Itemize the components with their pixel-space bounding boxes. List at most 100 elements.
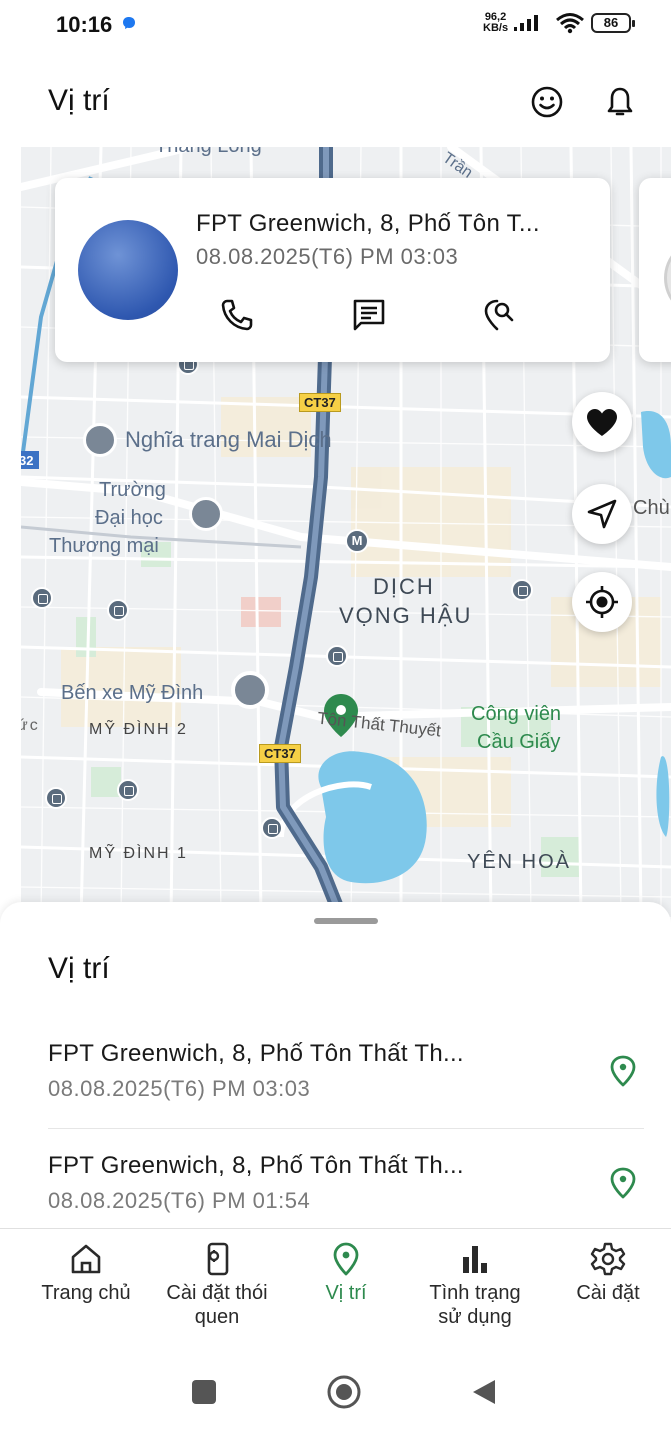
location-search-button[interactable] [479,295,519,335]
map-label-nghia-trang: Nghĩa trang Mai Dịch [125,427,332,452]
bus-stop-icon [45,787,67,809]
nav-item-usage-status[interactable]: Tình trạng sử dụng [410,1241,540,1329]
history-address: FPT Greenwich, 8, Phố Tôn Thất Th... [48,1152,464,1179]
map-label-vong-hau: VỌNG HẬU [339,603,473,628]
nav-item-location[interactable]: Vị trí [306,1241,386,1305]
my-location-icon [586,586,618,618]
call-button[interactable] [217,295,257,335]
nav-item-home[interactable]: Trang chủ [30,1241,142,1305]
nav-label-line: sử dụng [438,1306,512,1328]
page-title: Vị trí [48,84,110,117]
history-time: 08.08.2025(T6) PM 01:54 [48,1188,311,1213]
map-label-ben-xe: Bến xe Mỹ Đình [61,682,204,704]
bus-stop-icon [261,817,283,839]
list-divider [48,1128,644,1129]
bus-stop-icon [107,599,129,621]
bar-chart-icon [463,1246,487,1273]
location-card-next[interactable] [639,178,671,362]
location-address: FPT Greenwich, 8, Phố Tôn T... [196,210,540,237]
map-label-truong-3: Thương mại [49,535,159,557]
gear-icon [590,1242,626,1276]
recent-apps-button[interactable] [184,1372,224,1412]
system-navigation-bar [0,1350,671,1433]
navigate-button[interactable] [572,484,632,544]
nav-label-line: quen [194,1306,240,1328]
map-label-dich: DỊCH [373,574,435,599]
location-time: 08.08.2025(T6) PM 03:03 [196,244,459,269]
wifi-icon [556,13,584,34]
history-address: FPT Greenwich, 8, Phố Tôn Thất Th... [48,1040,464,1067]
home-icon [71,1244,101,1274]
avatar [664,238,671,318]
status-time: 10:16 [56,12,113,37]
bus-stop-icon [117,779,139,801]
navigation-arrow-icon [587,499,617,529]
road-shield-ct37-south: CT37 [259,744,301,763]
nav-label-line: Cài đặt thói [166,1282,268,1304]
history-time: 08.08.2025(T6) PM 03:03 [48,1076,311,1101]
message-icon [353,299,385,331]
location-history-sheet[interactable]: Vị trí FPT Greenwich, 8, Phố Tôn Thất Th… [0,902,671,1232]
circle-home-icon [327,1375,361,1409]
message-button[interactable] [349,295,389,335]
map-label-truong-1: Trường [99,479,166,501]
bottom-navigation: Trang chủ Cài đặt thói quen Vị trí Tình … [0,1228,671,1350]
location-pin-icon[interactable] [606,1166,640,1200]
map-label-truong-2: Đại học [95,507,163,529]
messenger-icon [123,17,135,29]
map-label-chu: Chù [633,497,670,519]
smiley-icon [531,86,563,118]
map-label-my-dinh-1: MỸ ĐÌNH 1 [89,845,188,862]
smiley-button[interactable] [525,80,569,124]
map-label-my-dinh-2: MỸ ĐÌNH 2 [89,721,188,738]
map-label-route-32: 32 [21,453,34,468]
phone-settings-icon [207,1242,229,1276]
bus-stop-icon [31,587,53,609]
heart-icon [587,409,617,436]
map-label-cong-vien-1: Công viên [471,703,562,725]
phone-icon [221,299,253,331]
nav-label-habit-settings: Cài đặt thói quen [150,1281,284,1329]
road-shield-ct37-north: CT37 [299,393,341,412]
map-label-yen-hoa: YÊN HOÀ [467,851,572,873]
location-card[interactable]: FPT Greenwich, 8, Phố Tôn T... 08.08.202… [55,178,610,362]
cell-signal-icon [514,15,538,31]
app-header: Vị trí [0,72,671,132]
map-label-thang-long: Thang Long [155,147,262,158]
nav-label-settings: Cài đặt [576,1282,640,1304]
avatar[interactable] [78,220,178,320]
cemetery-poi-icon [83,423,117,457]
back-system-button[interactable] [464,1372,504,1412]
favorite-button[interactable] [572,392,632,452]
battery-indicator: 86 [591,13,635,33]
bus-stop-icon [511,579,533,601]
location-pin-icon [333,1242,359,1276]
back-triangle-icon [473,1380,495,1404]
square-icon [192,1380,216,1404]
notification-button[interactable] [598,80,642,124]
bus-station-poi-icon [231,671,269,709]
nav-label-line: Tình trạng [429,1282,521,1304]
sheet-drag-handle[interactable] [314,918,378,924]
nav-label-location: Vị trí [325,1282,367,1304]
nav-item-habit-settings[interactable]: Cài đặt thói quen [150,1241,284,1329]
nav-item-settings[interactable]: Cài đặt [560,1241,656,1305]
home-system-button[interactable] [324,1372,364,1412]
my-location-button[interactable] [572,572,632,632]
sheet-title: Vị trí [48,952,110,985]
bell-icon [607,87,633,116]
location-search-icon [484,299,514,331]
list-item[interactable]: FPT Greenwich, 8, Phố Tôn Thất Th... 08.… [48,1040,644,1130]
map-label-uc: ức [21,717,40,734]
location-pin-icon[interactable] [606,1054,640,1088]
map-label-cong-vien-2: Cầu Giấy [477,731,561,753]
status-bar: 10:16 96,2 KB/s 86 [0,0,671,50]
app-screen: 10:16 96,2 KB/s 86 Vị trí Trần 32 Nghĩa … [0,0,671,1433]
bus-stop-icon [326,645,348,667]
university-poi-icon [189,497,223,531]
nav-label-home: Trang chủ [41,1282,131,1304]
network-speed: 96,2 KB/s [483,12,508,34]
metro-station-icon: M [345,529,369,553]
nav-label-usage-status: Tình trạng sử dụng [410,1281,540,1329]
network-speed-unit: KB/s [483,22,509,34]
